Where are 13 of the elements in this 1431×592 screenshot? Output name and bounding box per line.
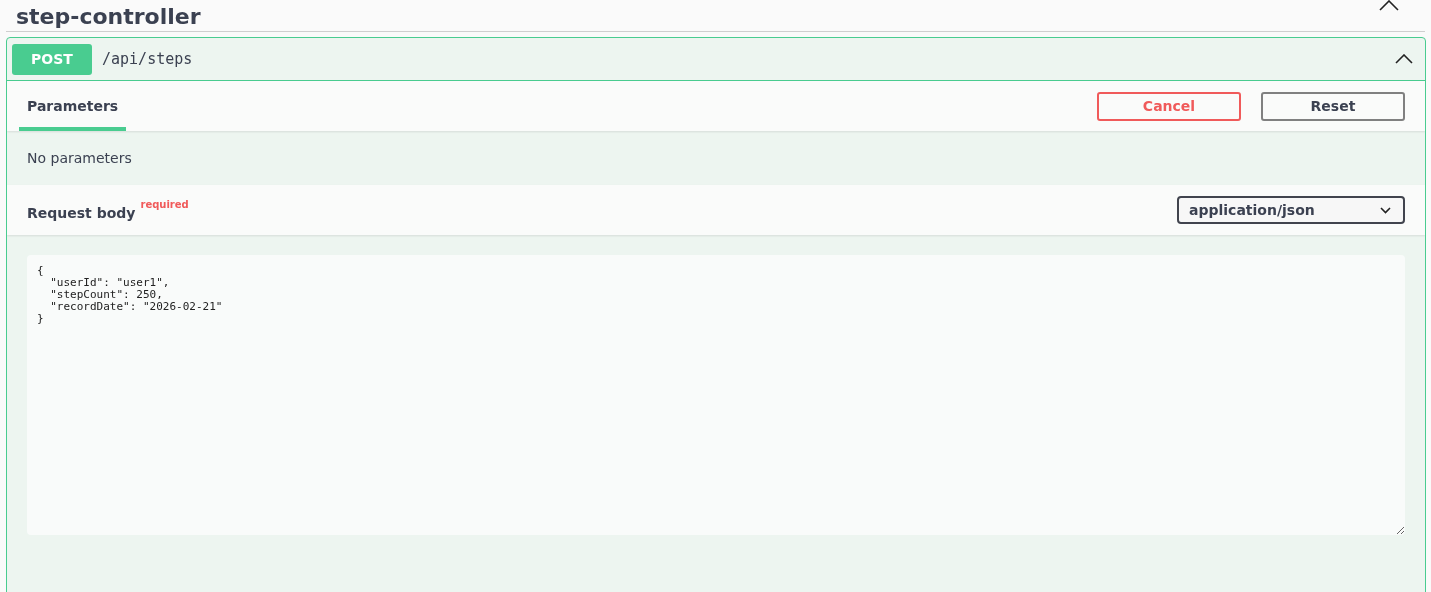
request-body-editor[interactable]: { "userId": "user1", "stepCount": 250, "recordDate": "2026-02-21" } [27,255,1405,535]
section-title: step-controller [16,3,201,31]
chevron-icon[interactable] [1379,0,1399,11]
chevron-icon[interactable] [1395,54,1413,64]
content-type-dropdown[interactable]: application/json [1177,196,1405,224]
empty-message: No parameters [27,150,132,166]
section-label: Request body [27,204,136,221]
reset-button[interactable]: Reset [1261,91,1405,121]
method-badge: POST [12,43,92,75]
caret-icon [1380,206,1391,214]
endpoint-path[interactable]: /api/steps [102,50,1395,68]
required-label: required [140,199,189,210]
tab[interactable]: Parameters [19,81,127,131]
